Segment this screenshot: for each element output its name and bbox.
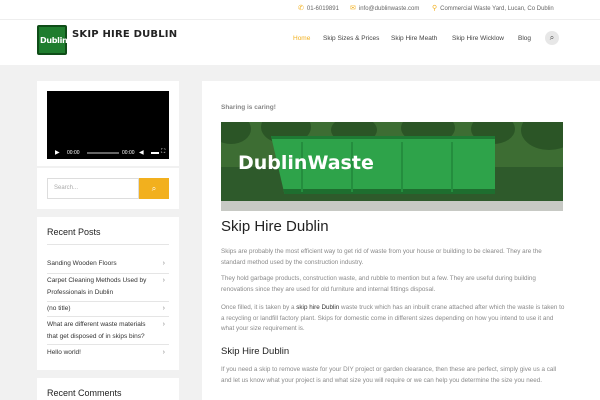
- chevron-right-icon: ›: [162, 277, 165, 284]
- page-title: Skip Hire Dublin: [221, 218, 329, 235]
- play-icon[interactable]: ▶: [55, 149, 60, 156]
- recent-comments-title: Recent Comments: [47, 388, 122, 398]
- contact-phone[interactable]: ✆ 01-6019891: [298, 4, 339, 12]
- section-heading: Skip Hire Dublin: [221, 346, 290, 357]
- chevron-right-icon: ›: [162, 321, 165, 328]
- chevron-right-icon: ›: [162, 349, 165, 356]
- phone-icon: ✆: [298, 5, 304, 12]
- search-icon: ⌕: [151, 184, 157, 193]
- nav-skip-hire-wicklow[interactable]: Skip Hire Wicklow: [452, 35, 504, 42]
- recent-post-link[interactable]: Sanding Wooden Floors ›: [47, 258, 169, 270]
- nav-home[interactable]: Home: [293, 35, 310, 42]
- recent-posts-title: Recent Posts: [47, 227, 101, 237]
- recent-post-link[interactable]: Carpet Cleaning Methods Used by Professi…: [47, 275, 169, 298]
- nav-skip-sizes-prices[interactable]: Skip Sizes & Prices: [323, 35, 379, 42]
- site-logo[interactable]: Dublin: [37, 25, 68, 55]
- paragraph: Once filled, it is taken by a skip hire …: [221, 304, 565, 332]
- divider: [47, 344, 169, 345]
- site-title[interactable]: SKIP HIRE DUBLIN: [72, 29, 177, 40]
- fullscreen-icon[interactable]: ⛶: [161, 149, 165, 156]
- video-seek-bar[interactable]: [87, 152, 119, 154]
- divider: [47, 273, 169, 274]
- chevron-right-icon: ›: [162, 260, 165, 267]
- sharing-label: Sharing is caring!: [221, 104, 276, 111]
- recent-post-link[interactable]: (no title) ›: [47, 303, 169, 315]
- contact-email[interactable]: ✉ info@dublinwaste.com: [350, 4, 419, 12]
- recent-comments-widget: Recent Comments: [37, 378, 179, 400]
- site-header: Dublin SKIP HIRE DUBLIN Home Skip Sizes …: [0, 19, 600, 65]
- divider: [47, 244, 169, 245]
- video-controls: ▶ 00:00 00:00 ◀ ⛶: [47, 147, 169, 159]
- volume-icon[interactable]: ◀: [139, 149, 144, 156]
- recent-posts-widget: Recent Posts Sanding Wooden Floors › Carp…: [37, 217, 179, 370]
- ground: [221, 201, 563, 211]
- search-button[interactable]: ⌕: [139, 178, 169, 199]
- search-widget: Search... ⌕: [37, 168, 179, 209]
- envelope-icon: ✉: [350, 5, 356, 12]
- contact-address: ⚲ Commercial Waste Yard, Lucan, Co Dublin: [432, 5, 554, 12]
- paragraph: Skips are probably the most efficient wa…: [221, 248, 542, 266]
- nav-skip-hire-meath[interactable]: Skip Hire Meath: [391, 35, 437, 42]
- map-pin-icon: ⚲: [432, 5, 438, 12]
- search-icon[interactable]: ⌕: [545, 31, 559, 45]
- main-content: Sharing is caring! DublinWaste Skip Hire…: [202, 81, 600, 400]
- divider: [47, 301, 169, 302]
- nav-blog[interactable]: Blog: [518, 35, 531, 42]
- recent-post-link[interactable]: Hello world! ›: [47, 347, 169, 359]
- paragraph: If you need a skip to remove waste for y…: [221, 366, 557, 384]
- chevron-right-icon: ›: [162, 305, 165, 312]
- featured-image: DublinWaste: [221, 122, 563, 211]
- duration: 00:00: [122, 150, 135, 156]
- divider: [47, 316, 169, 317]
- recent-post-link[interactable]: What are different waste materials that …: [47, 319, 169, 342]
- search-input[interactable]: Search...: [47, 178, 139, 199]
- top-bar: ✆ 01-6019891 ✉ info@dublinwaste.com ⚲ Comme…: [0, 0, 600, 19]
- video-player[interactable]: ▶ 00:00 00:00 ◀ ⛶: [47, 91, 169, 159]
- banner-logo-text: DublinWaste: [238, 152, 374, 174]
- skip-hire-link[interactable]: skip hire Dublin: [296, 304, 339, 311]
- current-time: 00:00: [67, 150, 80, 156]
- paragraph: They hold garbage products, construction…: [221, 275, 536, 293]
- volume-slider[interactable]: [151, 152, 159, 154]
- video-widget: ▶ 00:00 00:00 ◀ ⛶: [37, 81, 179, 166]
